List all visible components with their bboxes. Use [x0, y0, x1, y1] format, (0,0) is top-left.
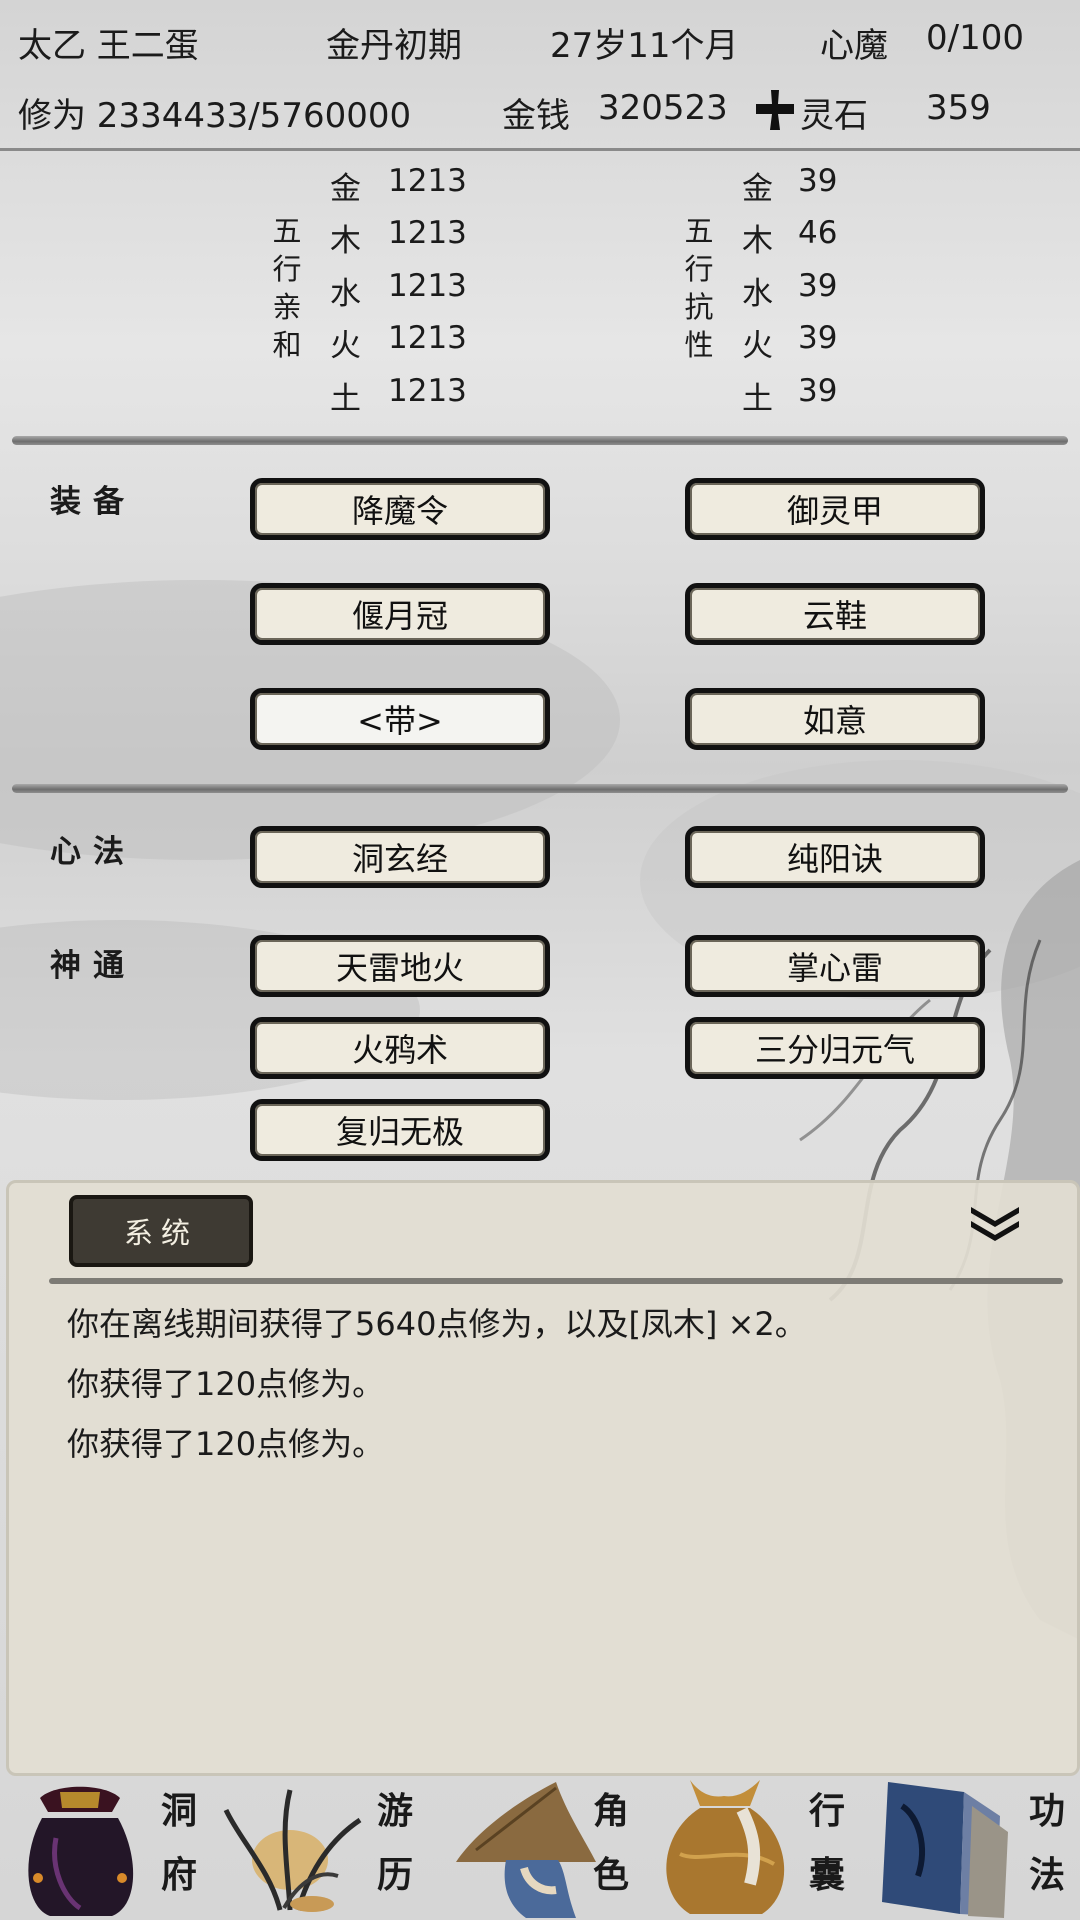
- resistance-value: 46: [798, 215, 838, 251]
- spirit-stone-value: 359: [926, 88, 991, 128]
- equip-weapon-button[interactable]: 降魔令: [250, 478, 550, 540]
- affinity-element: 木: [330, 223, 361, 259]
- resistance-element: 水: [742, 276, 773, 312]
- section-divider: [12, 436, 1068, 445]
- nav-inventory-top: 行: [808, 1790, 845, 1832]
- resistance-value: 39: [798, 163, 838, 199]
- resistance-element: 木: [742, 223, 773, 259]
- nav-cave[interactable]: 洞 府: [0, 1770, 216, 1920]
- affinity-value: 1213: [388, 215, 467, 251]
- nav-inventory-bottom: 囊: [808, 1854, 845, 1896]
- log-divider: [49, 1278, 1063, 1284]
- resistance-element: 土: [742, 381, 773, 417]
- resistance-value: 39: [798, 373, 838, 409]
- log-message: 你获得了120点修为。: [67, 1425, 385, 1463]
- equip-helmet-button[interactable]: 偃月冠: [250, 583, 550, 645]
- bottom-navigation: 洞 府 游 历 角 色 行 囊 功 法: [0, 1770, 1080, 1920]
- system-tab[interactable]: 系统: [69, 1195, 253, 1267]
- money-value: 320523: [598, 88, 728, 128]
- resistance-value: 39: [798, 320, 838, 356]
- herb-icon: [223, 1789, 362, 1912]
- sack-icon: [666, 1780, 785, 1914]
- affinity-element: 土: [330, 381, 361, 417]
- money-label: 金钱: [502, 96, 570, 136]
- resistance-value: 39: [798, 268, 838, 304]
- character-name: 太乙 王二蛋: [18, 26, 199, 66]
- affinity-title: 五行亲和: [272, 214, 302, 362]
- heart-demon-label: 心魔: [820, 26, 888, 66]
- double-chevron-down-icon[interactable]: [967, 1203, 1023, 1243]
- nav-character-top: 角: [592, 1790, 629, 1832]
- resistance-element: 火: [742, 328, 773, 364]
- affinity-value: 1213: [388, 320, 467, 356]
- nav-character[interactable]: 角 色: [432, 1770, 648, 1920]
- nav-techniques-top: 功: [1028, 1790, 1065, 1832]
- skill-button[interactable]: 天雷地火: [250, 935, 550, 997]
- skills-label: 神通: [50, 948, 136, 984]
- affinity-element: 金: [330, 171, 361, 207]
- mind-method-button[interactable]: 洞玄经: [250, 826, 550, 888]
- age-text: 27岁11个月: [550, 26, 739, 66]
- equipment-label: 装备: [50, 484, 136, 520]
- message-log-panel[interactable]: 系统 你在离线期间获得了5640点修为，以及[凤木] ×2。 你获得了120点修…: [6, 1180, 1080, 1776]
- nav-cave-bottom: 府: [160, 1854, 197, 1896]
- resistance-element: 金: [742, 171, 773, 207]
- affinity-element: 火: [330, 328, 361, 364]
- affinity-value: 1213: [388, 268, 467, 304]
- skill-button[interactable]: 火鸦术: [250, 1017, 550, 1079]
- nav-travel[interactable]: 游 历: [216, 1770, 432, 1920]
- mind-method-label: 心法: [50, 834, 136, 870]
- nav-travel-top: 游: [376, 1790, 413, 1832]
- equip-shoes-button[interactable]: 云鞋: [685, 583, 985, 645]
- nav-travel-bottom: 历: [376, 1854, 413, 1896]
- nav-cave-top: 洞: [160, 1790, 197, 1832]
- equip-belt-button[interactable]: <带>: [250, 688, 550, 750]
- equip-accessory-button[interactable]: 如意: [685, 688, 985, 750]
- nav-techniques-bottom: 法: [1028, 1854, 1065, 1896]
- section-divider: [12, 784, 1068, 793]
- log-message: 你在离线期间获得了5640点修为，以及[凤木] ×2。: [67, 1305, 807, 1343]
- equip-armor-button[interactable]: 御灵甲: [685, 478, 985, 540]
- skill-button[interactable]: 三分归元气: [685, 1017, 985, 1079]
- books-icon: [882, 1782, 1008, 1918]
- affinity-value: 1213: [388, 163, 467, 199]
- skill-button[interactable]: 复归无极: [250, 1099, 550, 1161]
- nav-character-bottom: 色: [592, 1854, 629, 1896]
- affinity-value: 1213: [388, 373, 467, 409]
- spirit-stone-label: 灵石: [800, 96, 868, 136]
- affinity-element: 水: [330, 276, 361, 312]
- cultivation-progress: 修为 2334433/5760000: [18, 96, 412, 136]
- treasure-bag-icon: [28, 1786, 134, 1916]
- straw-hat-icon: [456, 1782, 596, 1918]
- realm-level: 金丹初期: [326, 26, 462, 66]
- heart-demon-value: 0/100: [926, 18, 1024, 58]
- skill-button[interactable]: 掌心雷: [685, 935, 985, 997]
- nav-inventory[interactable]: 行 囊: [648, 1770, 864, 1920]
- header-divider: [0, 148, 1080, 151]
- spirit-stone-icon: [756, 90, 794, 130]
- log-message: 你获得了120点修为。: [67, 1365, 385, 1403]
- nav-techniques[interactable]: 功 法: [864, 1770, 1080, 1920]
- mind-method-button[interactable]: 纯阳诀: [685, 826, 985, 888]
- resistance-title: 五行抗性: [684, 214, 714, 362]
